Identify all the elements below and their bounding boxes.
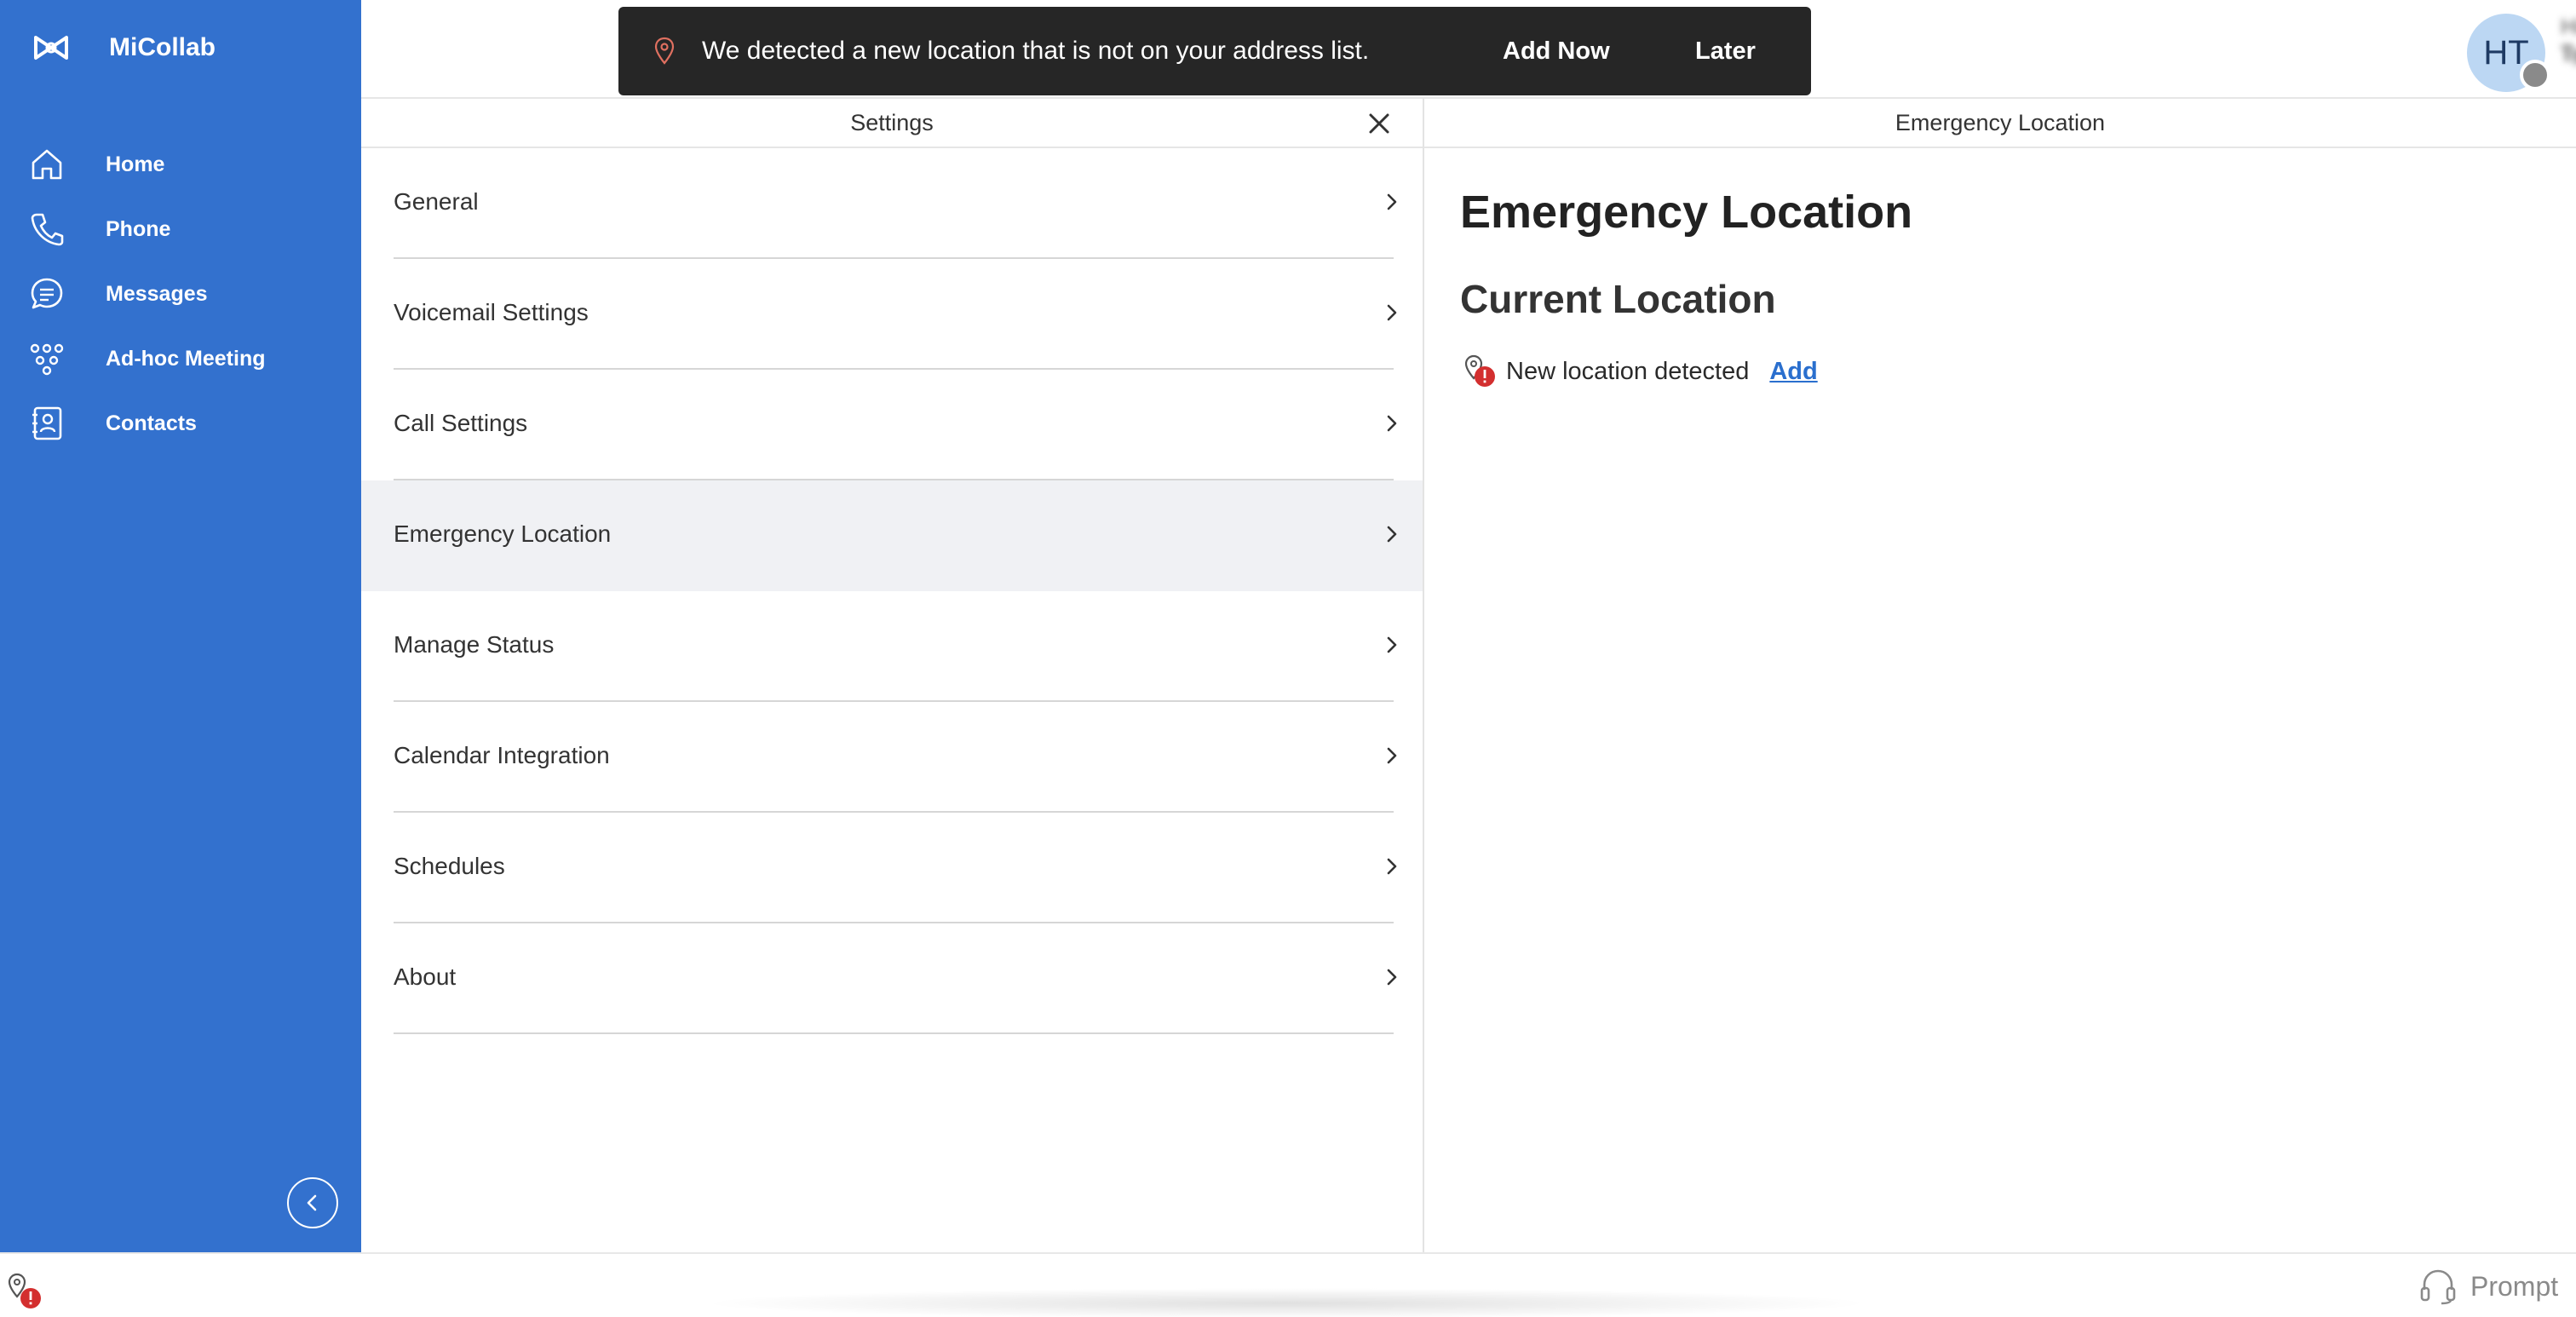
settings-item-label: Voicemail Settings [394, 299, 589, 325]
toast-message: We detected a new location that is not o… [702, 37, 1370, 65]
prompt-button[interactable]: Prompt [2418, 1266, 2558, 1307]
collapse-sidebar-button[interactable] [287, 1177, 338, 1228]
chevron-right-icon [1387, 193, 1397, 210]
sidebar-item-ad-hoc-meeting[interactable]: Ad-hoc Meeting [0, 326, 361, 391]
sidebar-item-label: Ad-hoc Meeting [106, 346, 266, 371]
add-location-link[interactable]: Add [1769, 358, 1817, 386]
settings-panel: Settings General Voicemail Settings Call… [361, 99, 1424, 1252]
settings-item-label: Manage Status [394, 631, 555, 658]
chevron-right-icon [1387, 858, 1397, 875]
settings-title: Settings [850, 109, 934, 135]
sidebar-item-label: Home [106, 152, 165, 176]
settings-item-emergency-location[interactable]: Emergency Location [361, 480, 1423, 591]
emergency-location-panel: Emergency Location Emergency Location Cu… [1424, 99, 2576, 1252]
sidebar-item-messages[interactable]: Messages [0, 262, 361, 326]
user-status: Test_Status [2561, 44, 2576, 66]
settings-item-label: Schedules [394, 853, 505, 879]
later-button[interactable]: Later [1695, 7, 1756, 95]
sidebar-item-label: Phone [106, 216, 171, 241]
status-bar: Prompt [0, 1252, 2576, 1317]
location-alert-icon [1464, 354, 1495, 387]
settings-item-label: General [394, 188, 479, 215]
chevron-right-icon [1387, 415, 1397, 432]
sidebar-nav: Home Phone Messages Ad-hoc Meeting Conta… [0, 132, 361, 456]
app-name: MiCollab [109, 33, 216, 61]
sidebar-item-contacts[interactable]: Contacts [0, 391, 361, 456]
location-pin-icon [654, 37, 675, 65]
detail-header-title: Emergency Location [1895, 109, 2106, 135]
prompt-label: Prompt [2470, 1270, 2559, 1302]
current-location-row: New location detected Add [1460, 351, 1818, 392]
chevron-left-icon [307, 1194, 317, 1211]
detail-header: Emergency Location [1424, 99, 2576, 148]
location-toast: We detected a new location that is not o… [618, 7, 1811, 95]
settings-item-voicemail-settings[interactable]: Voicemail Settings [361, 259, 1423, 370]
sidebar-item-label: Contacts [106, 411, 197, 435]
settings-item-calendar-integration[interactable]: Calendar Integration [361, 702, 1423, 813]
add-now-button[interactable]: Add Now [1503, 7, 1610, 95]
settings-item-label: About [394, 963, 457, 990]
settings-item-about[interactable]: About [361, 923, 1423, 1034]
messages-icon [27, 274, 66, 313]
chevron-right-icon [1387, 304, 1397, 321]
sidebar-item-label: Messages [106, 281, 208, 306]
settings-item-call-settings[interactable]: Call Settings [361, 370, 1423, 480]
status-bar-shadow [699, 1288, 1874, 1317]
settings-item-label: Call Settings [394, 410, 528, 436]
sidebar-item-phone[interactable]: Phone [0, 197, 361, 262]
settings-item-schedules[interactable]: Schedules [361, 813, 1423, 923]
phone-icon [27, 210, 66, 249]
headset-icon [2420, 1269, 2456, 1305]
settings-header: Settings [361, 99, 1423, 148]
close-icon[interactable] [1366, 111, 1392, 136]
sidebar-item-home[interactable]: Home [0, 132, 361, 197]
chevron-right-icon [1387, 526, 1397, 543]
settings-item-label: Emergency Location [394, 520, 612, 547]
location-status-text: New location detected [1506, 357, 1750, 385]
chevron-right-icon [1387, 636, 1397, 653]
location-alert-icon[interactable] [5, 1271, 48, 1314]
meeting-icon [27, 339, 66, 378]
contacts-icon [27, 404, 66, 443]
chevron-right-icon [1387, 747, 1397, 764]
chevron-right-icon [1387, 969, 1397, 986]
home-icon [27, 145, 66, 184]
section-title: Current Location [1460, 277, 1776, 321]
page-title: Emergency Location [1460, 187, 1913, 238]
settings-item-label: Calendar Integration [394, 742, 610, 768]
sidebar: MiCollab Home Phone Messages Ad-hoc Meet… [0, 0, 361, 1252]
settings-item-general[interactable]: General [361, 148, 1423, 259]
brand: MiCollab [31, 26, 216, 70]
presence-status-dot [2520, 60, 2550, 90]
settings-list: General Voicemail Settings Call Settings… [361, 148, 1423, 1034]
settings-item-manage-status[interactable]: Manage Status [361, 591, 1423, 702]
micollab-logo-icon [34, 36, 68, 60]
divider [394, 1032, 1394, 1034]
